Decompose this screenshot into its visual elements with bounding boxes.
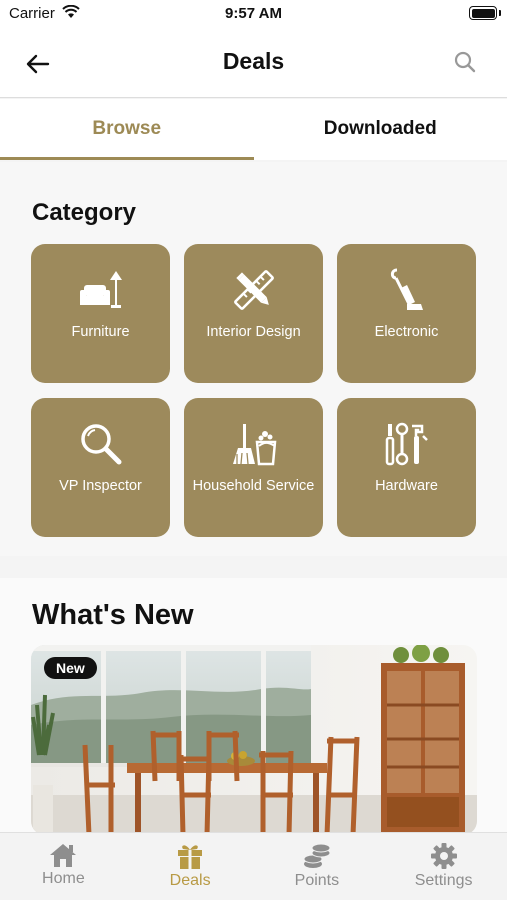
- category-hardware[interactable]: Hardware: [337, 398, 476, 537]
- category-electronic[interactable]: Electronic: [337, 244, 476, 383]
- category-label: Hardware: [375, 478, 438, 494]
- tab-bar-deals[interactable]: Deals: [127, 833, 254, 900]
- vacuum-icon: [337, 268, 476, 312]
- sofa-lamp-icon: [31, 268, 170, 312]
- category-title: Category: [32, 199, 137, 226]
- tab-bar-home[interactable]: Home: [0, 833, 127, 900]
- battery-icon: [469, 6, 497, 20]
- category-label: Household Service: [192, 478, 315, 494]
- gift-icon: [178, 845, 203, 869]
- tools-icon: [337, 422, 476, 466]
- category-label: VP Inspector: [59, 478, 142, 494]
- status-bar: Carrier 9:57 AM: [0, 0, 507, 28]
- new-badge: New: [44, 657, 97, 679]
- tab-bar-label: Deals: [169, 872, 211, 889]
- tab-bar-points[interactable]: Points: [254, 833, 381, 900]
- whats-new-title: What's New: [32, 599, 194, 631]
- segment-tabs: Browse Downloaded: [0, 99, 507, 160]
- tab-bar-label: Points: [294, 872, 340, 889]
- battery-tip: [499, 10, 501, 16]
- category-interior-design[interactable]: Interior Design: [184, 244, 323, 383]
- home-icon: [50, 844, 77, 867]
- coins-icon: [303, 843, 331, 868]
- tab-browse[interactable]: Browse: [0, 99, 254, 160]
- broom-bucket-icon: [184, 422, 323, 466]
- deal-banner-image[interactable]: New: [31, 645, 477, 835]
- dining-room-illustration: [31, 645, 477, 835]
- tab-downloaded[interactable]: Downloaded: [254, 99, 507, 160]
- category-household-service[interactable]: Household Service: [184, 398, 323, 537]
- bottom-tab-bar: Home Deals Points Settings: [0, 832, 507, 900]
- category-vp-inspector[interactable]: VP Inspector: [31, 398, 170, 537]
- magnifier-icon: [31, 422, 170, 466]
- category-furniture[interactable]: Furniture: [31, 244, 170, 383]
- search-icon: [454, 51, 476, 73]
- status-time: 9:57 AM: [225, 5, 282, 22]
- category-label: Interior Design: [206, 324, 301, 340]
- category-label: Furniture: [71, 324, 130, 340]
- pencil-ruler-icon: [184, 268, 323, 312]
- tab-bar-label: Settings: [414, 872, 473, 889]
- category-grid: Furniture Interior Design Electronic VP …: [31, 244, 477, 537]
- category-label: Electronic: [374, 324, 439, 340]
- whats-new-section: What's New New: [0, 578, 507, 835]
- gear-icon: [430, 843, 457, 869]
- navigation-bar: Deals: [0, 28, 507, 98]
- search-button[interactable]: [451, 48, 479, 76]
- category-section: Category Furniture Interior Design Elect…: [0, 162, 507, 556]
- page-title: Deals: [222, 48, 285, 74]
- tab-bar-settings[interactable]: Settings: [380, 833, 507, 900]
- tab-bar-label: Home: [42, 870, 85, 887]
